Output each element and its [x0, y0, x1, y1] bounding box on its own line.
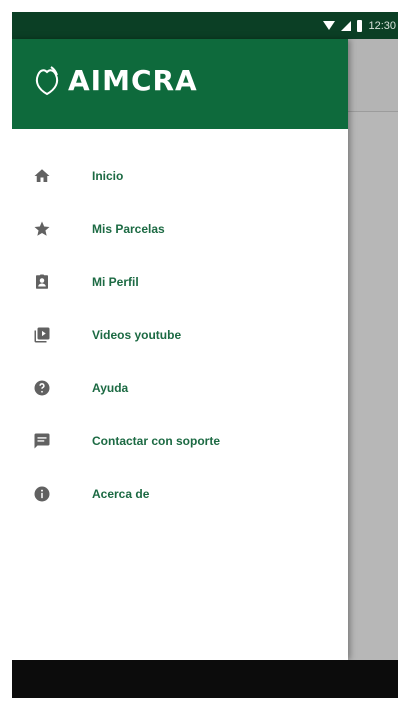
menu-item-acerca-de[interactable]: Acerca de [12, 467, 348, 520]
menu-label: Inicio [92, 168, 124, 183]
menu-label: Mi Perfil [92, 274, 139, 289]
home-icon [32, 166, 52, 186]
battery-icon [357, 19, 363, 32]
menu-item-mis-parcelas[interactable]: Mis Parcelas [12, 202, 348, 255]
menu-label: Videos youtube [92, 327, 182, 342]
help-icon [32, 378, 52, 398]
menu-item-contactar-soporte[interactable]: Contactar con soporte [12, 414, 348, 467]
menu-label: Mis Parcelas [92, 221, 165, 236]
wifi-icon [323, 21, 336, 30]
app-frame: 12:30 AIMCRA Inicio Mis Parcelas Mi Perf… [12, 12, 398, 698]
signal-icon [341, 20, 352, 31]
menu-item-ayuda[interactable]: Ayuda [12, 361, 348, 414]
menu-label: Acerca de [92, 486, 150, 501]
menu-label: Contactar con soporte [92, 433, 221, 448]
system-navigation-bar [12, 660, 398, 698]
drawer-header: AIMCRA [12, 39, 348, 129]
aimcra-logo: AIMCRA [30, 63, 198, 97]
drawer-menu: Inicio Mis Parcelas Mi Perfil Videos you… [12, 149, 348, 520]
navigation-drawer: AIMCRA Inicio Mis Parcelas Mi Perfil Vid… [12, 39, 348, 660]
info-icon [32, 484, 52, 504]
background-app-bar [348, 39, 398, 112]
menu-label: Ayuda [92, 380, 129, 395]
profile-badge-icon [32, 272, 52, 292]
video-library-icon [32, 325, 52, 345]
status-bar: 12:30 [12, 12, 398, 39]
menu-item-inicio[interactable]: Inicio [12, 149, 348, 202]
menu-item-mi-perfil[interactable]: Mi Perfil [12, 255, 348, 308]
drop-leaf-logo-icon [35, 66, 59, 96]
menu-item-videos-youtube[interactable]: Videos youtube [12, 308, 348, 361]
feedback-icon [32, 431, 52, 451]
status-icons: 12:30 [323, 12, 398, 39]
status-clock: 12:30 [368, 19, 396, 32]
star-icon [32, 219, 52, 239]
logo-text: AIMCRA [68, 63, 198, 97]
